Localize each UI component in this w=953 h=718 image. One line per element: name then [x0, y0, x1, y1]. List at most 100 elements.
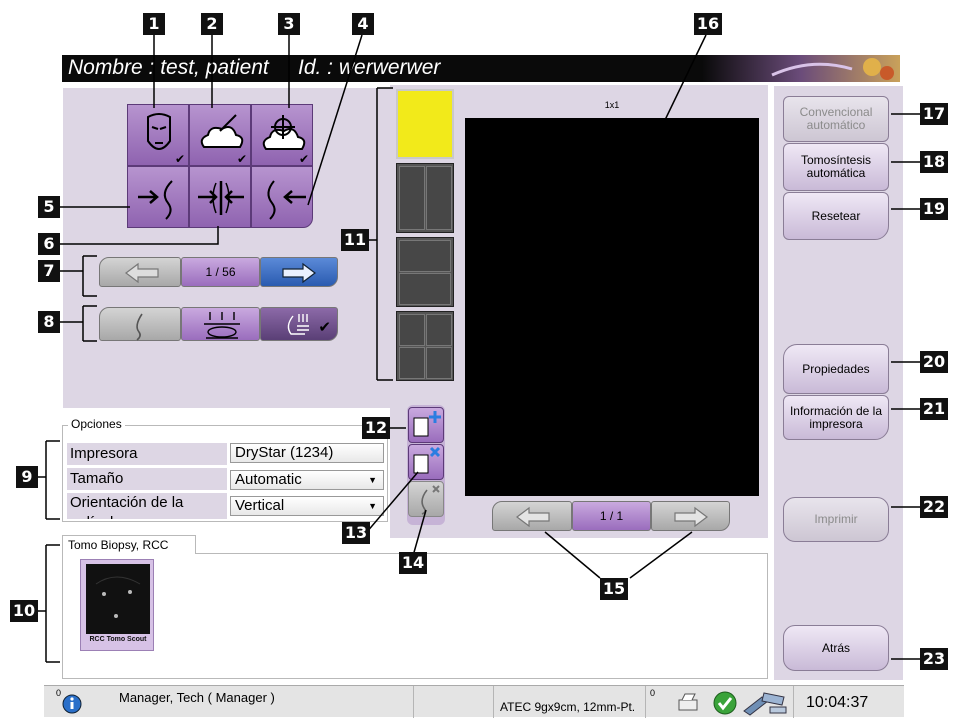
paddle-label: ATEC 9gx9cm, 12mm-Pt.	[500, 700, 636, 714]
dropdown-arrow-icon: ▼	[368, 475, 377, 485]
mirror-arrows-icon	[198, 181, 244, 215]
header-flower-image	[702, 55, 900, 82]
callout-1: 1	[143, 13, 165, 35]
callout-17: 17	[920, 103, 948, 125]
target-cloud-button[interactable]: ✔	[251, 104, 313, 166]
user-name: Manager, Tech ( Manager )	[119, 690, 275, 705]
auto-tomo-button[interactable]: Tomosíntesis automática	[783, 143, 889, 191]
orientation-value: Vertical	[235, 497, 285, 514]
status-bar: 0 Manager, Tech ( Manager ) ATEC 9gx9cm,…	[44, 685, 904, 718]
gantry-icon[interactable]	[740, 689, 790, 717]
callout-8: 8	[38, 311, 60, 333]
orientation-select[interactable]: Vertical ▼	[230, 496, 384, 516]
callout-5: 5	[38, 196, 60, 218]
arrow-right-breast-icon	[138, 180, 173, 220]
callout-3: 3	[278, 13, 300, 35]
check-icon: ✔	[298, 152, 309, 166]
callout-18: 18	[920, 151, 948, 173]
callout-10: 10	[10, 600, 38, 622]
page-add-icon	[413, 411, 441, 437]
clock: 10:04:37	[806, 694, 869, 711]
previous-page-button[interactable]	[492, 501, 572, 531]
move-out-button[interactable]	[251, 166, 313, 228]
implant-displaced-button[interactable]: ✔	[127, 104, 189, 166]
arrow-left-icon	[125, 262, 159, 284]
breast-remove-icon	[421, 485, 440, 515]
callout-2: 2	[201, 13, 223, 35]
printer-label: Impresora	[67, 443, 227, 465]
size-select[interactable]: Automatic ▼	[230, 470, 384, 490]
compression-icon	[204, 312, 240, 339]
printer-value: DryStar (1234)	[235, 444, 334, 461]
output-queue-icon[interactable]	[676, 692, 702, 714]
thumbnail-item[interactable]: RCC Tomo Scout	[80, 559, 154, 651]
emission-mode-button[interactable]: ✔	[260, 307, 338, 341]
info-icon[interactable]	[62, 694, 82, 714]
compression-mode-button[interactable]	[181, 307, 260, 341]
next-page-button[interactable]	[651, 501, 730, 531]
mirror-button[interactable]	[189, 166, 251, 228]
image-counter: 1 / 56	[181, 257, 260, 287]
delete-film-button[interactable]	[408, 444, 444, 480]
size-value: Automatic	[235, 471, 302, 488]
callout-11: 11	[341, 229, 369, 251]
dropdown-arrow-icon: ▼	[368, 501, 377, 511]
layout-label: 1x1	[604, 100, 620, 110]
arrow-right-icon	[674, 506, 708, 528]
patient-id-label: Id. : werwerwer	[298, 56, 441, 79]
arrow-left-icon	[516, 506, 550, 528]
move-in-button[interactable]	[127, 166, 189, 228]
callout-6: 6	[38, 233, 60, 255]
thumbnail-caption: RCC Tomo Scout	[89, 636, 147, 643]
device-segment: 0	[646, 686, 794, 718]
add-film-button[interactable]	[408, 407, 444, 443]
page-counter: 1 / 1	[572, 501, 651, 531]
queue-count: 0	[650, 688, 656, 698]
arrow-right-icon	[282, 262, 316, 284]
layout-2x2-option[interactable]	[396, 311, 454, 381]
back-button[interactable]: Atrás	[783, 625, 889, 671]
callout-16: 16	[694, 13, 722, 35]
layout-1x1-option[interactable]	[396, 89, 454, 159]
callout-23: 23	[920, 648, 948, 670]
callout-4: 4	[352, 13, 374, 35]
size-label: Tamaño	[67, 468, 227, 490]
remove-image-button[interactable]	[408, 481, 444, 517]
breast-mode-button[interactable]	[99, 307, 181, 341]
auto-conventional-button[interactable]: Convencional automático	[783, 96, 889, 142]
printer-select[interactable]: DryStar (1234)	[230, 443, 384, 463]
callout-19: 19	[920, 198, 948, 220]
blank-segment	[414, 686, 494, 718]
clock-segment: 10:04:37	[794, 686, 904, 718]
thumbnail-tab[interactable]: Tomo Biopsy, RCC	[62, 535, 196, 554]
callout-12: 12	[362, 417, 390, 439]
callout-20: 20	[920, 351, 948, 373]
system-ok-icon[interactable]	[712, 690, 738, 716]
breast-arrow-left-icon	[267, 180, 306, 220]
callout-7: 7	[38, 260, 60, 282]
acquisition-edit-button[interactable]: ✔	[189, 104, 251, 166]
film-preview	[465, 118, 759, 496]
properties-button[interactable]: Propiedades	[783, 344, 889, 394]
callout-14: 14	[399, 552, 427, 574]
check-icon: ✔	[318, 319, 331, 336]
thumbnail-image	[86, 564, 150, 634]
printer-info-button[interactable]: Información de la impresora	[783, 395, 889, 440]
reset-button[interactable]: Resetear	[783, 192, 889, 240]
options-legend: Opciones	[68, 417, 125, 431]
layout-2x1-option[interactable]	[396, 237, 454, 307]
layout-1x2-option[interactable]	[396, 163, 454, 233]
previous-image-button[interactable]	[99, 257, 181, 287]
breast-outline-icon	[136, 313, 143, 341]
user-segment: 0 Manager, Tech ( Manager )	[44, 686, 414, 718]
next-image-button[interactable]	[260, 257, 338, 287]
orientation-label: Orientación de la película	[67, 493, 227, 519]
print-button[interactable]: Imprimir	[783, 497, 889, 542]
check-icon: ✔	[236, 152, 247, 166]
callout-15: 15	[600, 578, 628, 600]
patient-name-label: Nombre : test, patient	[68, 56, 269, 79]
paddle-segment: ATEC 9gx9cm, 12mm-Pt.	[494, 686, 646, 718]
callout-9: 9	[16, 466, 38, 488]
callout-13: 13	[342, 522, 370, 544]
alarm-count: 0	[56, 688, 62, 698]
